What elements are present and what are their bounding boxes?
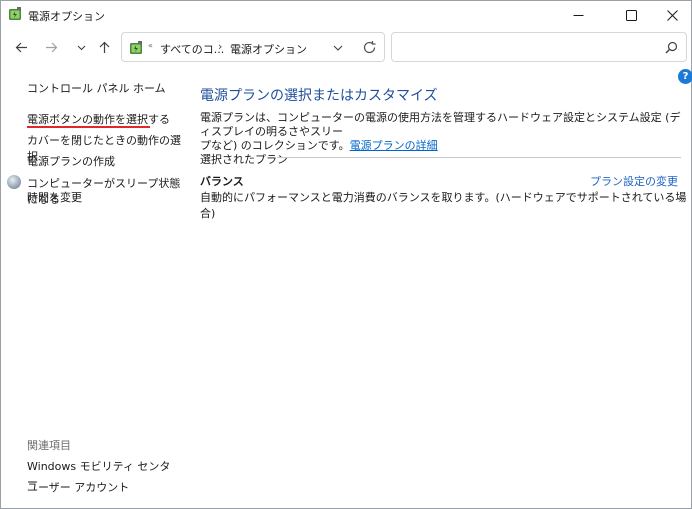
arrow-up-icon bbox=[99, 41, 109, 53]
search-icon bbox=[665, 41, 678, 54]
power-options-icon bbox=[9, 7, 21, 20]
plan-name: バランス bbox=[200, 175, 244, 188]
window: 電源オプション « すべてのコ... › 電源オプション コントロール パネル … bbox=[0, 0, 692, 509]
control-panel-home-link[interactable]: コントロール パネル ホーム bbox=[27, 80, 166, 96]
selected-plan-label: 選択されたプラン bbox=[200, 153, 288, 166]
minimize-button[interactable] bbox=[555, 1, 601, 29]
change-plan-settings-link[interactable]: プラン設定の変更 bbox=[590, 173, 678, 189]
refresh-icon[interactable] bbox=[362, 40, 377, 55]
address-bar[interactable]: « すべてのコ... › 電源オプション bbox=[121, 32, 385, 62]
breadcrumb-power-options[interactable]: 電源オプション bbox=[230, 41, 307, 57]
search-input[interactable] bbox=[391, 32, 687, 62]
sidebar-link-create-power-plan[interactable]: 電源プランの作成 bbox=[27, 153, 115, 169]
recent-locations-button[interactable] bbox=[70, 37, 92, 57]
title-bar[interactable]: 電源オプション bbox=[1, 1, 691, 29]
page-title: 電源プランの選択またはカスタマイズ bbox=[200, 88, 438, 104]
sleep-moon-icon bbox=[7, 175, 21, 189]
navigation-bar: « すべてのコ... › 電源オプション bbox=[1, 29, 691, 65]
section-divider bbox=[277, 157, 681, 158]
description-line-1: 電源プランは、コンピューターの電源の使用方法を管理するハードウェア設定とシステム… bbox=[200, 111, 681, 138]
power-plan-details-link[interactable]: 電源プランの詳細 bbox=[350, 139, 438, 152]
main-content: ? 電源プランの選択またはカスタマイズ 電源プランは、コンピューターの電源の使用… bbox=[181, 65, 692, 509]
maximize-button[interactable] bbox=[608, 1, 654, 29]
breadcrumb-all-items[interactable]: すべてのコ... bbox=[160, 41, 224, 57]
arrow-left-icon bbox=[15, 42, 27, 52]
up-button[interactable] bbox=[93, 37, 115, 57]
back-button[interactable] bbox=[10, 37, 32, 57]
power-options-icon bbox=[130, 41, 142, 54]
plan-description: 自動的にパフォーマンスと電力消費のバランスを取ります。(ハードウェアでサポートさ… bbox=[200, 191, 687, 220]
minimize-icon bbox=[573, 14, 583, 16]
highlight-underline bbox=[27, 126, 150, 128]
window-title: 電源オプション bbox=[28, 10, 105, 23]
page-description: 電源プランは、コンピューターの電源の使用方法を管理するハードウェア設定とシステム… bbox=[200, 111, 682, 153]
sidebar-link-choose-power-button[interactable]: 電源ボタンの動作を選択する bbox=[27, 111, 170, 127]
related-heading: 関連項目 bbox=[27, 439, 71, 452]
help-icon[interactable]: ? bbox=[678, 69, 692, 84]
maximize-icon bbox=[625, 9, 637, 21]
forward-button[interactable] bbox=[40, 37, 62, 57]
related-link-user-accounts[interactable]: ユーザー アカウント bbox=[27, 479, 129, 495]
close-icon bbox=[666, 9, 678, 21]
breadcrumb-separator-icon[interactable]: › bbox=[218, 40, 222, 53]
chevron-down-icon bbox=[77, 45, 85, 50]
sidebar-link-sleep-time-line2[interactable]: 時間を変更 bbox=[27, 189, 82, 205]
chevron-down-icon[interactable] bbox=[331, 41, 345, 55]
left-pane: コントロール パネル ホーム 電源ボタンの動作を選択する カバーを閉じたときの動… bbox=[1, 65, 181, 509]
close-button[interactable] bbox=[649, 1, 692, 29]
arrow-right-icon bbox=[45, 42, 57, 52]
breadcrumb-overflow-icon[interactable]: « bbox=[148, 41, 153, 50]
